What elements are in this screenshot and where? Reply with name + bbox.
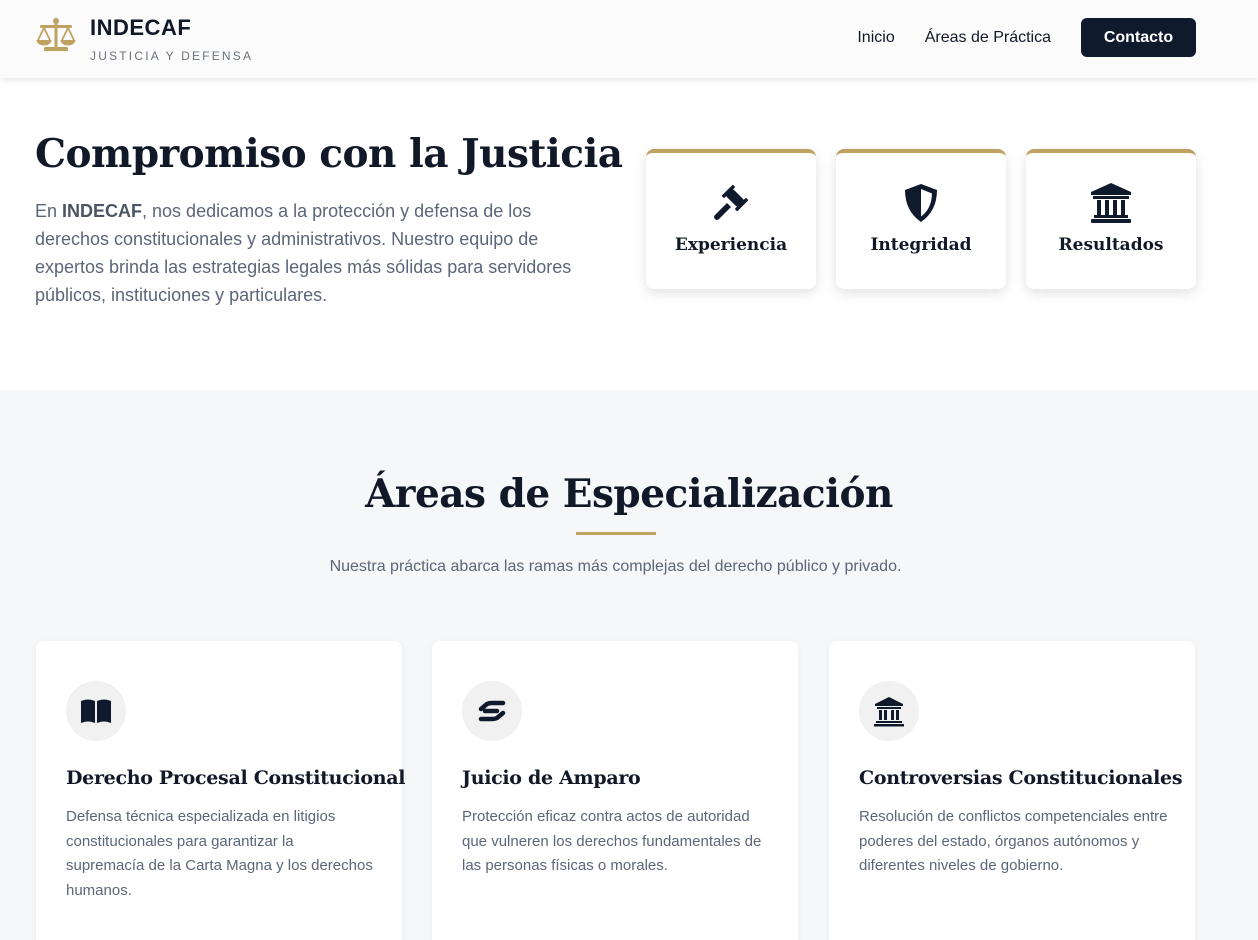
brand-tagline: JUSTICIA Y DEFENSA: [90, 49, 254, 63]
areas-section: Áreas de Especialización Nuestra práctic…: [0, 390, 1258, 940]
areas-subtitle: Nuestra práctica abarca las ramas más co…: [329, 558, 902, 575]
value-card-experiencia: Experiencia: [646, 149, 816, 289]
area-card-title: Juicio de Amparo: [462, 767, 641, 789]
helping-hand-icon: [478, 700, 506, 722]
brand-text: INDECAF JUSTICIA Y DEFENSA: [90, 15, 254, 64]
nav-link-inicio[interactable]: Inicio: [857, 19, 894, 57]
area-card-juicio-de-amparo[interactable]: Juicio de Amparo Protección eficaz contr…: [432, 641, 798, 940]
institution-icon: [1091, 183, 1131, 223]
area-card-title: Derecho Procesal Constitucional: [66, 767, 406, 789]
hero-text-brand: INDECAF: [62, 201, 143, 221]
area-icon-badge: [462, 681, 522, 741]
balance-scale-icon: [36, 18, 76, 51]
hero-title: Compromiso con la Justicia: [35, 131, 623, 177]
value-card-resultados: Resultados: [1026, 149, 1196, 289]
area-card-controversias[interactable]: Controversias Constitucionales Resolució…: [829, 641, 1195, 940]
value-label-experiencia: Experiencia: [674, 235, 788, 255]
value-card-integridad: Integridad: [836, 149, 1006, 289]
area-card-description: Protección eficaz contra actos de autori…: [462, 808, 762, 874]
area-card-description: Resolución de conflictos competenciales …: [859, 808, 1168, 874]
area-icon-badge: [66, 681, 126, 741]
hero-description: En INDECAF, nos dedicamos a la protecció…: [35, 197, 595, 309]
contact-button[interactable]: Contacto: [1081, 18, 1196, 57]
value-cards: Experiencia Integridad Resultados: [646, 149, 1196, 289]
area-card-title: Controversias Constitucionales: [859, 767, 1183, 789]
shield-icon: [905, 184, 937, 222]
brand-home-link[interactable]: INDECAF JUSTICIA Y DEFENSA: [35, 16, 253, 63]
landmark-icon: [874, 697, 904, 727]
areas-title: Áreas de Especialización: [365, 471, 893, 517]
area-card-derecho-procesal[interactable]: Derecho Procesal Constitucional Defensa …: [36, 641, 406, 940]
value-label-integridad: Integridad: [870, 235, 972, 255]
main-nav: Inicio Áreas de Práctica Contacto: [857, 18, 1196, 57]
value-label-resultados: Resultados: [1058, 235, 1164, 255]
book-open-icon: [81, 699, 111, 723]
hero-text-prefix: En: [35, 201, 63, 221]
area-icon-badge: [859, 681, 919, 741]
area-card-description: Defensa técnica especializada en litigio…: [66, 808, 373, 899]
nav-link-areas-de-practica[interactable]: Áreas de Práctica: [925, 19, 1051, 57]
title-divider: [576, 532, 656, 535]
brand-name: INDECAF: [90, 15, 192, 40]
gavel-icon: [714, 184, 749, 220]
site-header: INDECAF JUSTICIA Y DEFENSA Inicio Áreas …: [0, 0, 1258, 78]
